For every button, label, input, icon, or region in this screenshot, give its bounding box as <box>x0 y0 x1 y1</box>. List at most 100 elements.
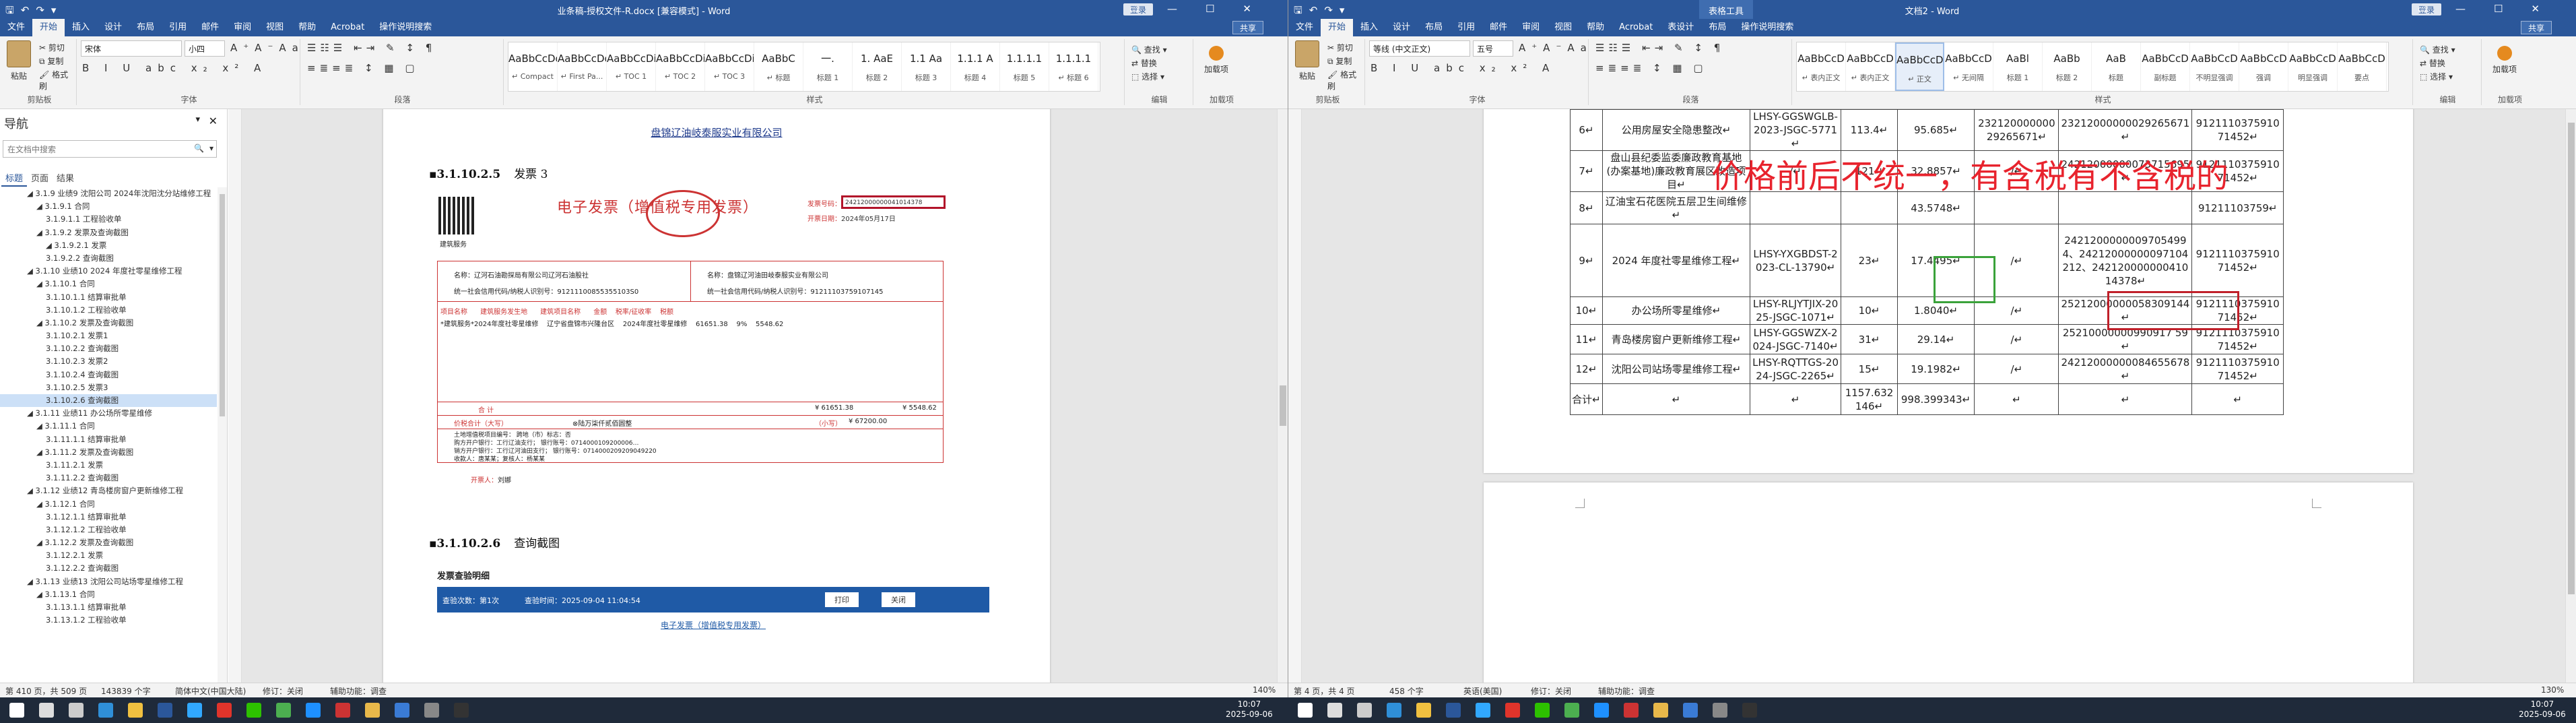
nav-heading-item[interactable]: ◢ 3.1.13 业绩13 沈阳公司站场零星维修工程 <box>0 575 217 588</box>
copy-button[interactable]: ⧉ 复制 <box>1327 55 1352 67</box>
cut-button[interactable]: ✂ 剪切 <box>39 42 65 53</box>
replace-button[interactable]: ⇄ 替换 <box>2420 57 2455 70</box>
style-item[interactable]: 1.1.1.1 ↵ 标题 6 <box>1049 42 1098 91</box>
table-cell-tax[interactable]: 29.14↵ <box>1896 324 1975 354</box>
acrobat-icon[interactable] <box>1505 703 1520 718</box>
chevron-down-icon[interactable]: ▾ <box>209 144 213 153</box>
photoshop-icon[interactable] <box>1476 703 1490 718</box>
find-button[interactable]: 🔍 查找 ▾ <box>2420 43 2455 57</box>
table-cell-code[interactable]: LHSY-RQTTGS-2024-JSGC-2265↵ <box>1749 354 1842 384</box>
tab-7[interactable]: 审阅 <box>1515 19 1547 36</box>
tab-9[interactable]: 帮助 <box>291 19 323 36</box>
task-view-icon[interactable] <box>1357 703 1372 718</box>
style-item[interactable]: 1.1.1.1 标题 5 <box>1000 42 1049 91</box>
wechat-icon[interactable] <box>1535 703 1550 718</box>
window-controls[interactable]: ▭—☐✕ <box>1129 3 1280 15</box>
nav-heading-item[interactable]: ◢ 3.1.12.1 合同 <box>0 498 217 511</box>
table-cell-tax[interactable]: 19.1982↵ <box>1896 354 1975 384</box>
window-controls[interactable]: ▭—☐✕ <box>2418 3 2568 15</box>
style-item[interactable]: 1. AaE 标题 2 <box>853 42 902 91</box>
wechat-icon[interactable] <box>246 703 261 718</box>
settings-icon[interactable] <box>1713 703 1727 718</box>
table-cell-credit[interactable]: 912111037591071452↵ <box>2191 224 2284 297</box>
tab-11[interactable]: 表设计 <box>1660 19 1701 36</box>
tab-8[interactable]: 视图 <box>259 19 291 36</box>
nav-heading-item[interactable]: 3.1.13.1.1 结算审批单 <box>0 601 217 614</box>
style-item[interactable]: AaBbCcDi ↵ TOC 2 <box>656 42 705 91</box>
tab-3[interactable]: 设计 <box>97 19 129 36</box>
nav-heading-item[interactable]: 3.1.10.2.1 发票1 <box>0 329 217 342</box>
track-changes[interactable]: 修订：关闭 <box>263 685 303 697</box>
style-item[interactable]: AaBbCcDd ↵ First Pa... <box>558 42 607 91</box>
nav-heading-item[interactable]: ◢ 3.1.10.2 发票及查询截图 <box>0 317 217 329</box>
word-count[interactable]: 458 个字 <box>1389 685 1424 697</box>
nav-heading-item[interactable]: ◢ 3.1.9 业绩9 沈阳公司 2024年沈阳沈分站维修工程 <box>0 187 217 200</box>
search-icon[interactable]: 🔍 <box>194 144 204 153</box>
table-cell-inv2[interactable]: ↵ <box>2058 383 2193 415</box>
chrome-icon[interactable] <box>1564 703 1579 718</box>
style-item[interactable]: AaBbCcDi ↵ TOC 1 <box>607 42 656 91</box>
table-cell-no[interactable]: 12↵ <box>1570 354 1603 384</box>
document-scrollbar[interactable] <box>2565 109 2576 683</box>
tab-1[interactable]: 开始 <box>32 19 65 36</box>
nav-heading-item[interactable]: 3.1.13.1.2 工程验收单 <box>0 614 217 627</box>
addin-button[interactable]: 加载项 <box>2492 46 2517 75</box>
table-cell-inv2[interactable]: 23212000000029265671↵ <box>2058 109 2193 151</box>
select-button[interactable]: ⬚ 选择 ▾ <box>1131 70 1167 84</box>
table-cell-amount[interactable]: 10↵ <box>1841 296 1898 325</box>
share-button[interactable]: 共享 <box>2521 21 2552 34</box>
font-grow-shrink[interactable]: A⁺A⁻Aa <box>1519 42 1593 54</box>
scroll-thumb[interactable] <box>2568 123 2575 594</box>
styles-gallery[interactable]: AaBbCcDd ↵ Compact AaBbCcDd ↵ First Pa... Aa… <box>508 42 1100 92</box>
nav-heading-item[interactable]: ◢ 3.1.13.1 合同 <box>0 588 217 601</box>
nav-heading-item[interactable]: 3.1.9.1.1 工程验收单 <box>0 213 217 226</box>
nav-heading-item[interactable]: 3.1.9.2.2 查询截图 <box>0 252 217 265</box>
photoshop-icon[interactable] <box>187 703 202 718</box>
share-button[interactable]: 共享 <box>1232 21 1264 34</box>
tab-10[interactable]: Acrobat <box>323 19 372 36</box>
nav-heading-item[interactable]: 3.1.10.2.4 查询截图 <box>0 369 217 381</box>
nav-heading-item[interactable]: 3.1.11.2.1 发票 <box>0 459 217 472</box>
qq-icon[interactable] <box>306 703 321 718</box>
folder-icon[interactable] <box>1653 703 1668 718</box>
search-icon[interactable] <box>1327 703 1342 718</box>
edge-icon[interactable] <box>98 703 113 718</box>
clock-left[interactable]: 10:07 2025-09-06 <box>1226 699 1273 720</box>
nav-heading-item[interactable]: ◢ 3.1.9.2.1 发票 <box>0 239 217 252</box>
tab-6[interactable]: 邮件 <box>1482 19 1515 36</box>
tab-0[interactable]: 文件 <box>0 19 32 36</box>
table-cell-no[interactable]: 合计↵ <box>1570 383 1603 415</box>
font-format-buttons[interactable]: B I U abc x₂ x² A <box>1370 62 1555 74</box>
select-button[interactable]: ⬚ 选择 ▾ <box>2420 70 2455 84</box>
page-count[interactable]: 第 4 页，共 4 页 <box>1294 685 1355 697</box>
find-button[interactable]: 🔍 查找 ▾ <box>1131 43 1167 57</box>
document-scrollbar[interactable] <box>1277 109 1288 683</box>
tab-5[interactable]: 引用 <box>1450 19 1482 36</box>
wps-icon[interactable] <box>1624 703 1639 718</box>
tab-9[interactable]: 帮助 <box>1579 19 1612 36</box>
table-cell-amount[interactable]: 1157.632146↵ <box>1841 383 1898 415</box>
table-cell-name[interactable]: 沈阳公司站场零星维修工程↵ <box>1601 354 1750 384</box>
table-cell-credit[interactable]: ↵ <box>2191 383 2284 415</box>
nav-options-icon[interactable]: ▾ <box>195 115 200 125</box>
accessibility[interactable]: 辅助功能：调查 <box>1598 685 1655 697</box>
zoom-level[interactable]: 140% <box>1253 685 1276 695</box>
style-item[interactable]: 1.1 Aa 标题 3 <box>902 42 951 91</box>
nav-tab-2[interactable]: 结果 <box>53 170 78 185</box>
table-cell-credit[interactable]: 912111037591071452↵ <box>2191 354 2284 384</box>
tab-3[interactable]: 设计 <box>1385 19 1418 36</box>
font-name-box[interactable]: 宋体 <box>81 40 182 57</box>
terminal-icon[interactable] <box>1742 703 1757 718</box>
paste-button[interactable]: 粘贴 <box>4 40 34 82</box>
style-item[interactable]: AaBbCcD 强调 <box>2239 42 2288 91</box>
edge-icon[interactable] <box>1387 703 1401 718</box>
style-item[interactable]: AaBbCcD 不明显强调 <box>2190 42 2239 91</box>
settings-icon[interactable] <box>424 703 439 718</box>
font-name-box[interactable]: 等线 (中文正文) <box>1369 40 1470 57</box>
table-cell-inv1[interactable]: /↵ <box>1974 324 2059 354</box>
table-cell-code[interactable]: LHSY-GGSWGLB-2023-JSGC-5771↵ <box>1749 109 1842 151</box>
nav-heading-item[interactable]: 3.1.11.1.1 结算审批单 <box>0 433 217 446</box>
nav-heading-item[interactable]: 3.1.10.2.2 查询截图 <box>0 342 217 355</box>
tab-10[interactable]: Acrobat <box>1612 19 1660 36</box>
nav-heading-item[interactable]: 3.1.10.2.5 发票3 <box>0 381 217 394</box>
